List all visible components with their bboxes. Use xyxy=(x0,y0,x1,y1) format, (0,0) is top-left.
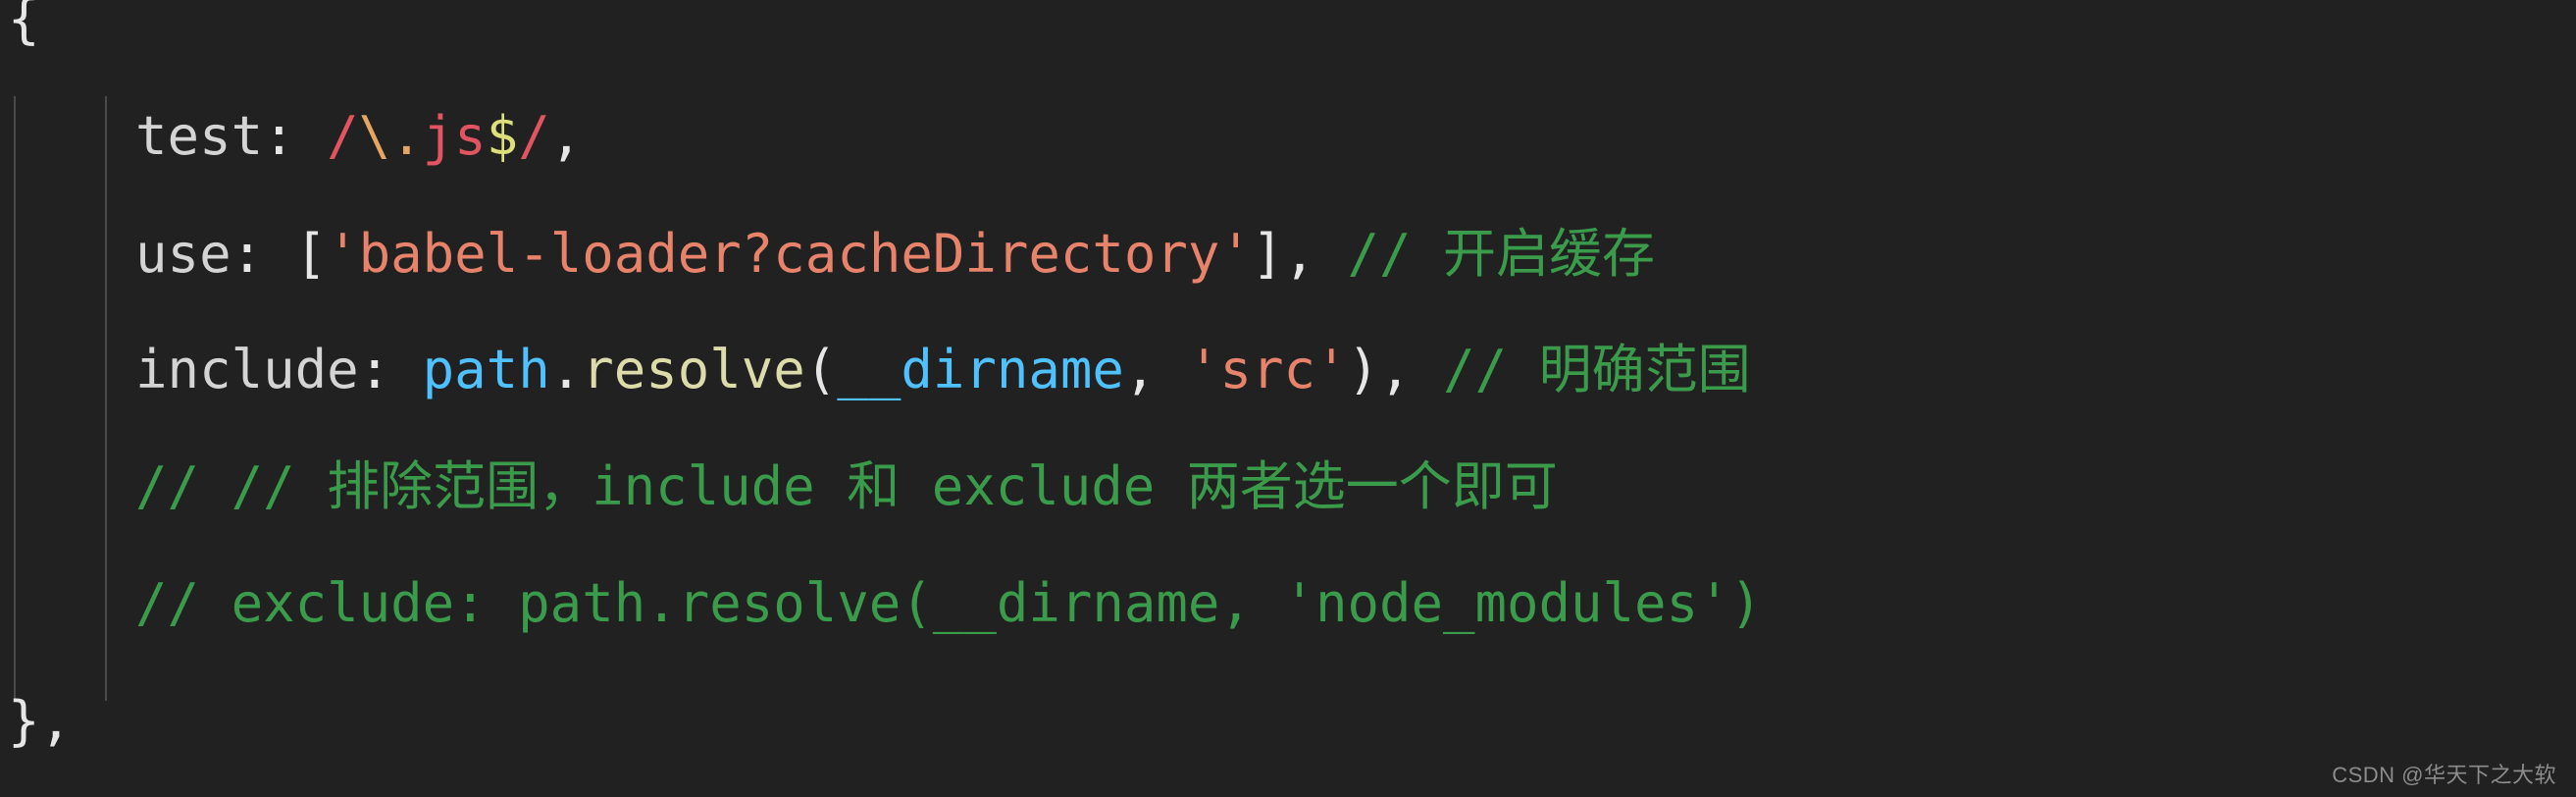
token-punct: ], xyxy=(1251,223,1348,285)
token-func: resolve xyxy=(582,339,805,400)
token-string: 'src' xyxy=(1187,339,1348,400)
line-use: use: ['babel-loader?cacheDirectory'], //… xyxy=(0,225,1655,283)
token-comment: // 开启缓存 xyxy=(1347,223,1656,285)
token-comment: // exclude: path.resolve(__dirname, 'nod… xyxy=(135,572,1763,634)
line-comment-exclude-note: // // 排除范围，include 和 exclude 两者选一个即可 xyxy=(0,457,1558,515)
token-regex-anchor: $ xyxy=(486,105,519,167)
token-regex: js xyxy=(422,105,487,167)
token-punct: }, xyxy=(8,690,73,752)
line-include: include: path.resolve(__dirname, 'src'),… xyxy=(0,341,1751,398)
token-regex-esc: . xyxy=(390,105,423,167)
token-regex: / xyxy=(327,105,359,167)
token-punct: { xyxy=(8,0,40,50)
token-punct: , xyxy=(1123,339,1188,400)
csdn-watermark: CSDN @华天下之大软 xyxy=(2332,763,2556,787)
code-editor-screenshot: { test: /\.js$/, use: ['babel-loader?cac… xyxy=(0,0,2576,797)
token-prop: test xyxy=(135,105,264,167)
token-comment: // 明确范围 xyxy=(1443,339,1751,400)
token-comment: // // 排除范围，include 和 exclude 两者选一个即可 xyxy=(135,455,1558,517)
token-punct: , xyxy=(549,105,583,167)
token-punct: ), xyxy=(1347,339,1444,400)
line-close-brace: }, xyxy=(0,692,72,750)
token-prop: use xyxy=(135,223,232,285)
token-var: path xyxy=(422,339,550,400)
line-start-pad xyxy=(0,690,8,752)
token-punct: . xyxy=(549,339,583,400)
line-open-brace: { xyxy=(0,0,40,48)
token-punct: : [ xyxy=(231,223,328,285)
line-test: test: /\.js$/, xyxy=(0,107,582,165)
token-regex-esc: \ xyxy=(358,105,391,167)
token-regex: / xyxy=(518,105,550,167)
token-string: 'babel-loader?cacheDirectory' xyxy=(327,223,1252,285)
token-punct: : xyxy=(358,339,423,400)
token-punct: : xyxy=(263,105,328,167)
token-punct: ( xyxy=(804,339,838,400)
line-comment-exclude-code: // exclude: path.resolve(__dirname, 'nod… xyxy=(0,574,1762,632)
line-start-pad xyxy=(0,0,8,50)
token-prop: include xyxy=(135,339,359,400)
token-var: __dirname xyxy=(837,339,1124,400)
